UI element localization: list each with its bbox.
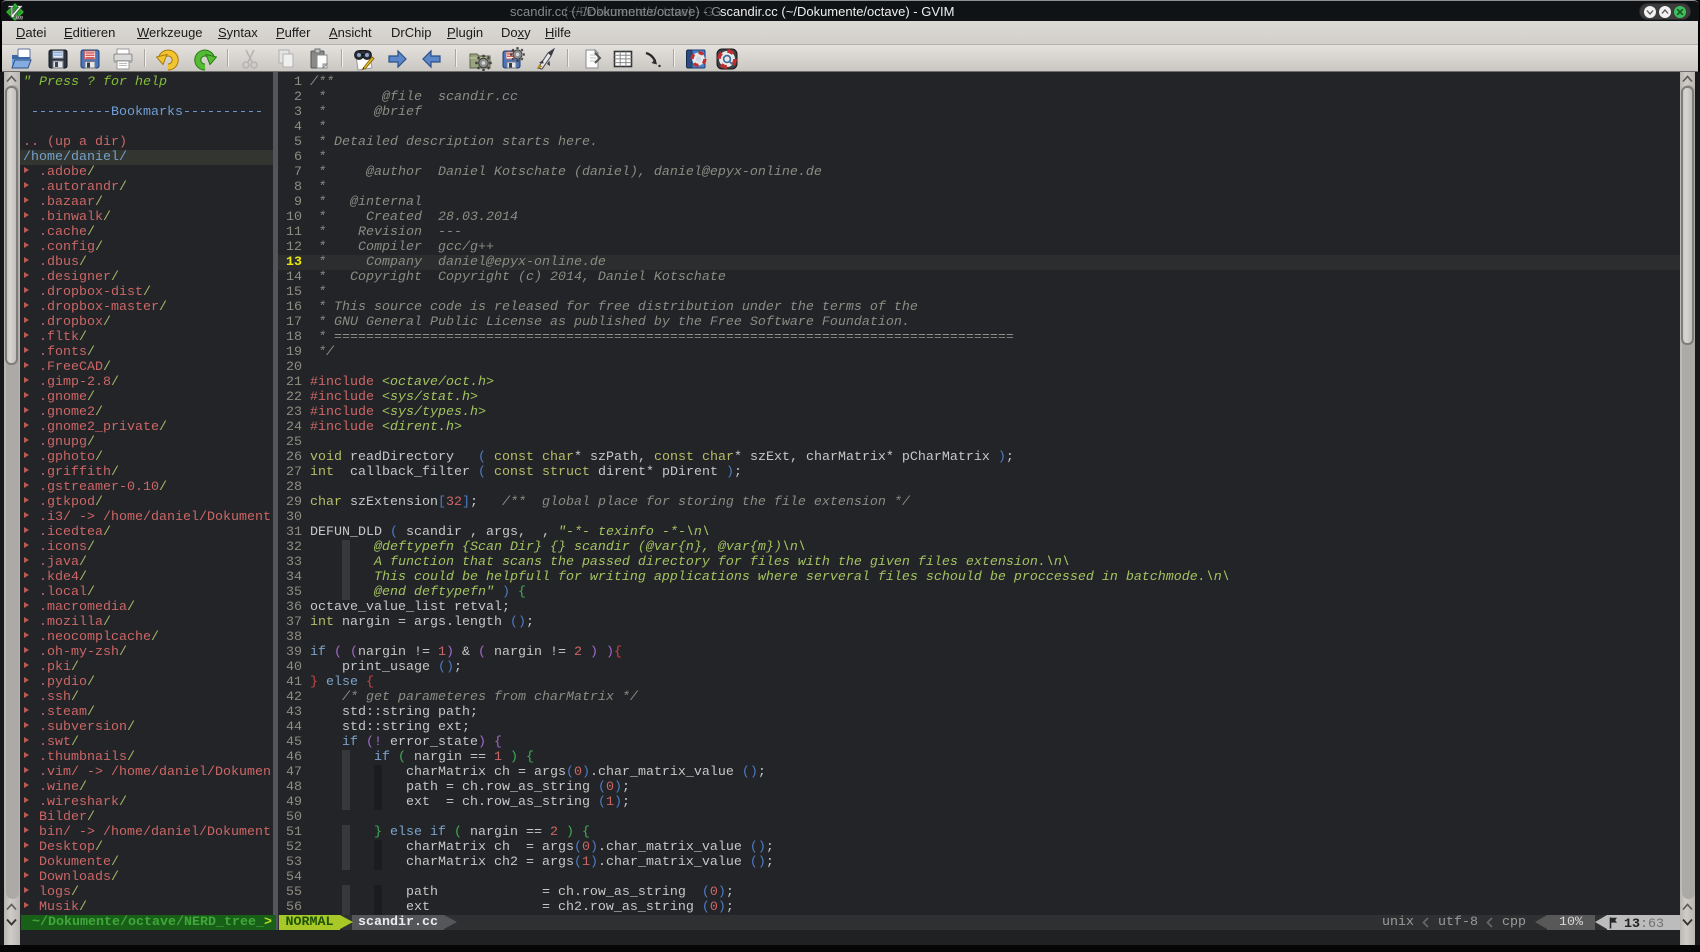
svg-text:im: im [15,13,23,21]
